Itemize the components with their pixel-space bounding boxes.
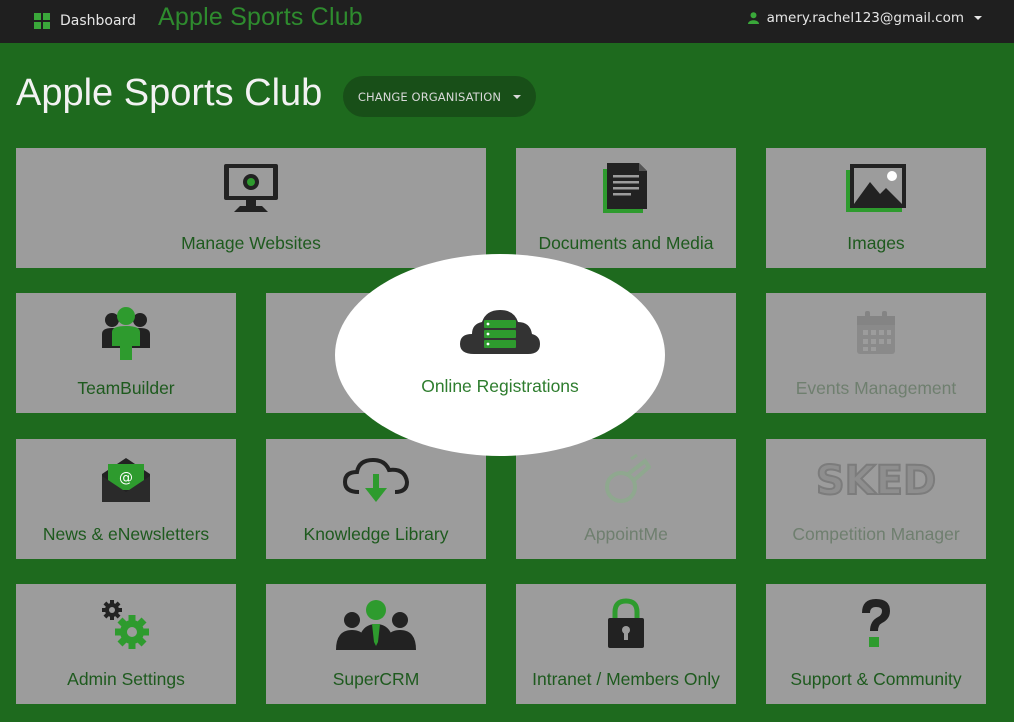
- question-icon: [862, 599, 890, 647]
- tile-support-community[interactable]: Support & Community: [766, 584, 986, 704]
- tile-teambuilder[interactable]: TeamBuilder: [16, 293, 236, 413]
- image-icon: [846, 164, 906, 212]
- tile-supercrm[interactable]: SuperCRM: [266, 584, 486, 704]
- tile-icon-wrap: [335, 306, 665, 362]
- tile-label: Manage Websites: [181, 233, 321, 253]
- chevron-down-icon: [974, 16, 982, 20]
- cloud-server-icon: [460, 310, 540, 354]
- tile-label: News & eNewsletters: [42, 524, 210, 544]
- tile-label: Intranet / Members Only: [532, 669, 720, 689]
- sked-logo: SKED: [815, 457, 937, 502]
- tile-competition-manager[interactable]: SKED Competition Manager: [766, 439, 986, 559]
- tile-label: Support & Community: [790, 669, 962, 689]
- user-menu[interactable]: amery.rachel123@gmail.com: [747, 8, 982, 28]
- team-icon: [102, 307, 150, 360]
- user-email: amery.rachel123@gmail.com: [766, 10, 964, 26]
- svg-text:@: @: [119, 470, 133, 486]
- brand-title[interactable]: Apple Sports Club: [158, 3, 363, 32]
- gears-icon: [102, 600, 149, 649]
- tile-label: SuperCRM: [332, 669, 420, 689]
- tile-label: Images: [847, 233, 905, 253]
- tile-icon-wrap: [16, 596, 236, 652]
- tile-icon-wrap: [516, 451, 736, 507]
- tile-icon-wrap: [516, 596, 736, 652]
- dashboard-link[interactable]: Dashboard: [34, 10, 136, 32]
- document-icon: [603, 163, 647, 213]
- tile-events-management[interactable]: Events Management: [766, 293, 986, 413]
- people-icon: [336, 600, 416, 650]
- tile-manage-websites[interactable]: Manage Websites: [16, 148, 486, 268]
- whistle-icon: [605, 453, 651, 503]
- tile-label: AppointMe: [584, 524, 668, 544]
- envelope-icon: @: [102, 458, 150, 502]
- tile-admin-settings[interactable]: Admin Settings: [16, 584, 236, 704]
- calendar-icon: [857, 311, 895, 354]
- tile-news-enewsletters[interactable]: @ News & eNewsletters: [16, 439, 236, 559]
- tile-images[interactable]: Images: [766, 148, 986, 268]
- tile-appointme[interactable]: AppointMe: [516, 439, 736, 559]
- top-navbar: Dashboard Apple Sports Club amery.rachel…: [0, 0, 1014, 43]
- monitor-icon: [224, 164, 278, 212]
- tile-icon-wrap: [516, 160, 736, 216]
- tile-icon-wrap: [766, 160, 986, 216]
- tile-icon-wrap: @: [16, 451, 236, 507]
- tile-label: Knowledge Library: [303, 524, 449, 544]
- tile-icon-wrap: [16, 160, 486, 216]
- svg-text:SKED: SKED: [816, 458, 936, 502]
- tile-label: Admin Settings: [67, 669, 185, 689]
- tile-knowledge-library[interactable]: Knowledge Library: [266, 439, 486, 559]
- tile-label: TeamBuilder: [77, 378, 175, 398]
- lock-icon: [608, 598, 644, 648]
- tile-label: Online Registrations: [421, 376, 579, 396]
- tile-label: Competition Manager: [792, 524, 960, 544]
- change-organisation-label: CHANGE ORGANISATION: [357, 89, 502, 104]
- tile-icon-wrap: [766, 596, 986, 652]
- user-icon: [747, 12, 759, 24]
- tile-label: Documents and Media: [538, 233, 714, 253]
- tile-documents-and-media[interactable]: Documents and Media: [516, 148, 736, 268]
- tile-label: Events Management: [795, 378, 957, 398]
- tile-intranet-members-only[interactable]: Intranet / Members Only: [516, 584, 736, 704]
- grid-icon: [34, 13, 50, 29]
- chevron-down-icon: [513, 94, 522, 99]
- tile-icon-wrap: [766, 305, 986, 361]
- tile-icon-wrap: [266, 596, 486, 652]
- cloud-download-icon: [342, 457, 410, 502]
- tile-icon-wrap: [16, 305, 236, 361]
- tile-icon-wrap: SKED: [766, 451, 986, 507]
- change-organisation-button[interactable]: CHANGE ORGANISATION: [343, 76, 536, 117]
- dashboard-label: Dashboard: [60, 13, 136, 29]
- spotlight-highlight[interactable]: Online Registrations: [335, 254, 665, 456]
- page-title: Apple Sports Club: [16, 72, 323, 114]
- tile-icon-wrap: [266, 451, 486, 507]
